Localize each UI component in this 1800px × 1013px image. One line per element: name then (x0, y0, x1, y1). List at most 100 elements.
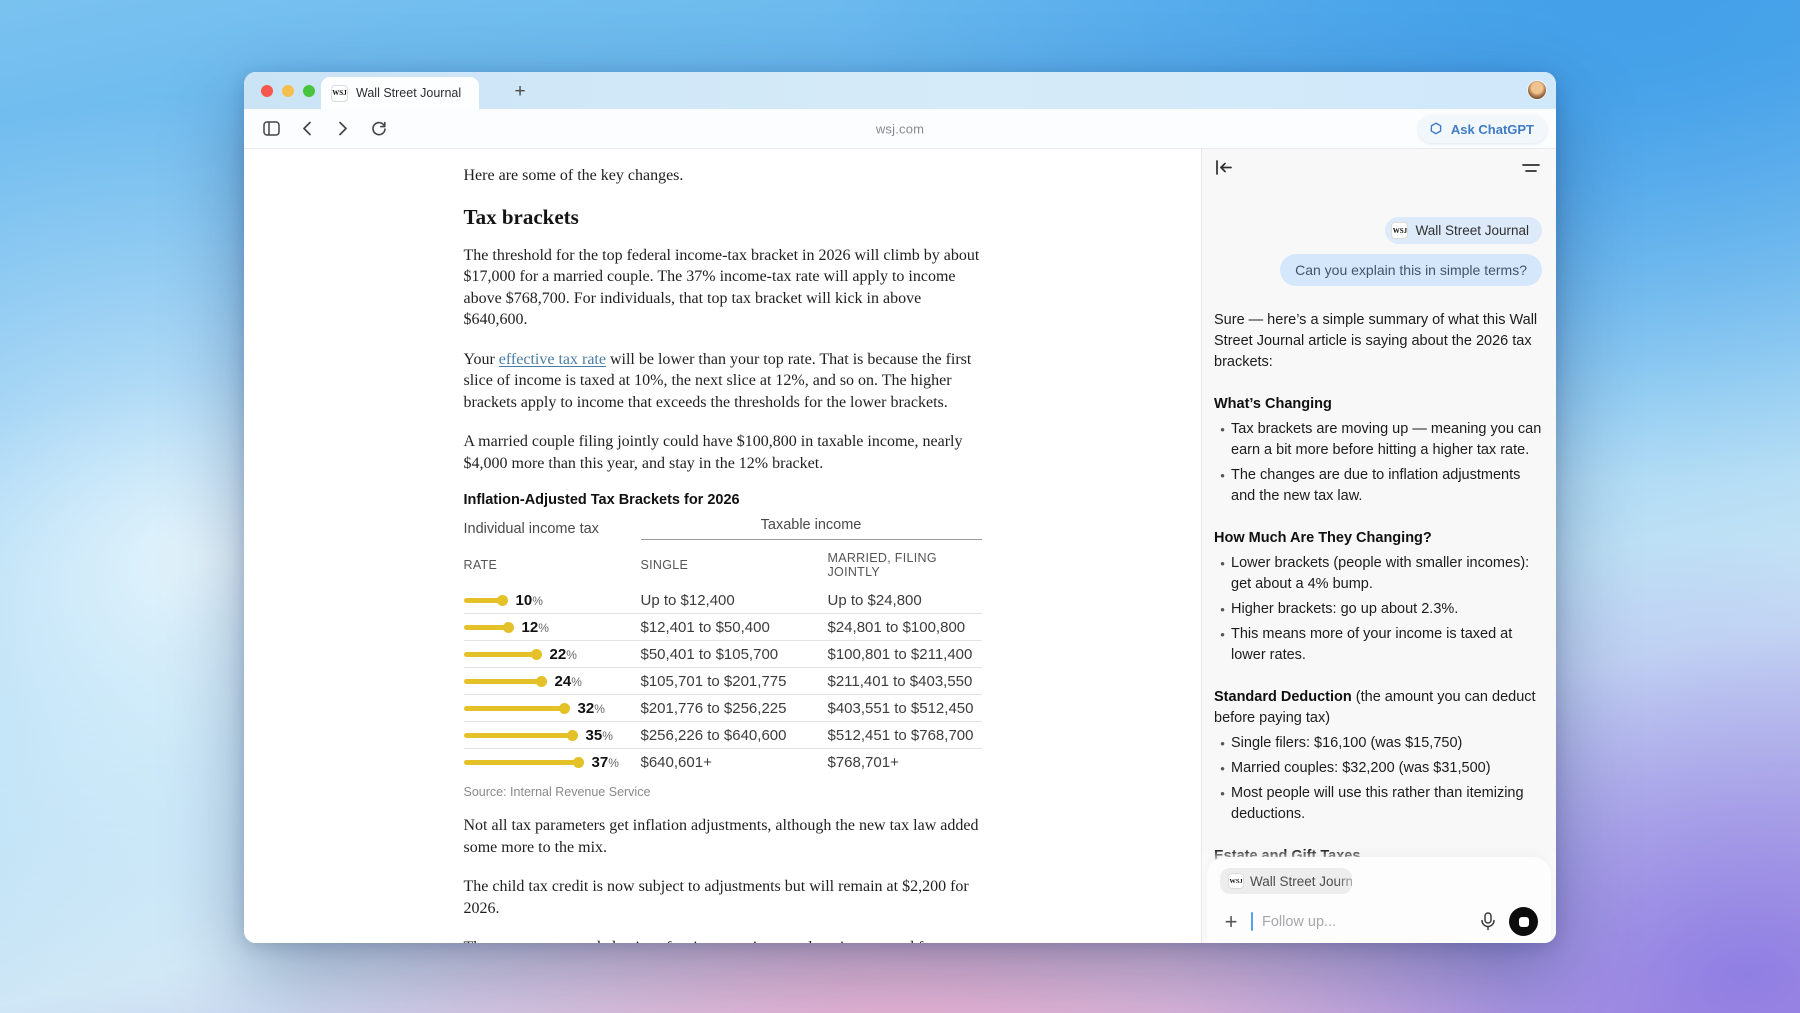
bullet-dot: • (1214, 733, 1231, 754)
table-group-header: Individual income tax Taxable income (464, 517, 982, 540)
address-bar[interactable]: wsj.com (876, 121, 924, 136)
bullet-text: This means more of your income is taxed … (1231, 624, 1542, 666)
composer-context-chip[interactable]: WSJ Wall Street Journal (1220, 868, 1352, 894)
rate-bar (464, 652, 536, 657)
bullet-item: •Tax brackets are moving up — meaning yo… (1214, 419, 1542, 461)
microphone-icon[interactable] (1476, 910, 1500, 934)
bullet-text: Higher brackets: go up about 2.3%. (1231, 599, 1542, 620)
article-heading-tax-brackets: Tax brackets (464, 205, 982, 230)
wsj-favicon: WSJ (1228, 873, 1244, 889)
page-content: Here are some of the key changes. Tax br… (244, 149, 1201, 943)
text-cursor (1251, 912, 1253, 931)
attach-plus-button[interactable]: + (1220, 909, 1242, 935)
bullet-text: Most people will use this rather than it… (1231, 783, 1542, 825)
response-section: How Much Are They Changing? •Lower bracke… (1214, 528, 1542, 666)
rate-cell: 35% (464, 727, 641, 744)
assistant-sections: What’s Changing•Tax brackets are moving … (1214, 394, 1542, 913)
rate-bar (464, 598, 502, 603)
single-range-cell: $12,401 to $50,400 (641, 619, 828, 636)
single-range-cell: $50,401 to $105,700 (641, 646, 828, 663)
single-range-cell: $640,601+ (641, 754, 828, 771)
rate-bar (464, 625, 508, 630)
conversation-menu-icon[interactable] (1522, 161, 1540, 179)
browser-window: WSJ Wall Street Journal + wsj.com (244, 72, 1556, 943)
bullet-item: •Single filers: $16,100 (was $15,750) (1214, 733, 1542, 754)
rate-bar (464, 733, 572, 738)
profile-avatar[interactable] (1528, 81, 1546, 99)
rate-label: 24% (555, 673, 582, 690)
ask-chatgpt-button[interactable]: Ask ChatGPT (1418, 115, 1547, 143)
rate-label: 10% (516, 592, 543, 609)
followup-input[interactable]: Follow up... (1262, 914, 1467, 930)
table-row: 35% $256,226 to $640,600$512,451 to $768,… (464, 722, 982, 749)
bullet-item: •This means more of your income is taxed… (1214, 624, 1542, 666)
article-paragraph: The child tax credit is now subject to a… (464, 876, 982, 919)
table-title: Inflation-Adjusted Tax Brackets for 2026 (464, 492, 982, 508)
married-range-cell: $211,401 to $403,550 (828, 673, 982, 690)
married-range-cell: $24,801 to $100,800 (828, 619, 982, 636)
percent-sign: % (532, 594, 543, 608)
section-heading: How Much Are They Changing? (1214, 528, 1542, 549)
rate-cell: 12% (464, 619, 641, 636)
married-range-cell: $512,451 to $768,700 (828, 727, 982, 744)
tax-table-rows: 10%Up to $12,400Up to $24,80012%$12,401 … (464, 587, 982, 776)
minimize-button[interactable] (282, 85, 294, 97)
tax-brackets-table: Inflation-Adjusted Tax Brackets for 2026… (464, 492, 982, 799)
user-message-bubble: Can you explain this in simple terms? (1280, 254, 1542, 286)
rate-cell: 24% (464, 673, 641, 690)
bullet-text: Single filers: $16,100 (was $15,750) (1231, 733, 1542, 754)
bullet-dot: • (1214, 465, 1231, 507)
browser-tab[interactable]: WSJ Wall Street Journal (321, 77, 479, 109)
percent-sign: % (602, 729, 613, 743)
response-section: Standard Deduction (the amount you can d… (1214, 687, 1542, 825)
voice-stop-button[interactable] (1509, 907, 1538, 936)
bullet-dot: • (1214, 419, 1231, 461)
section-heading: Standard Deduction (the amount you can d… (1214, 687, 1542, 729)
rate-label: 35% (586, 727, 613, 744)
zoom-button[interactable] (303, 85, 315, 97)
reload-button[interactable] (366, 116, 392, 142)
bullet-dot: • (1214, 553, 1231, 595)
wsj-favicon: WSJ (331, 85, 348, 102)
assistant-intro: Sure — here’s a simple summary of what t… (1214, 310, 1542, 373)
rate-bar (464, 706, 564, 711)
table-row: 10%Up to $12,400Up to $24,800 (464, 587, 982, 614)
married-range-cell: $403,551 to $512,450 (828, 700, 982, 717)
bullet-dot: • (1214, 758, 1231, 779)
new-tab-button[interactable]: + (506, 78, 534, 106)
percent-sign: % (566, 648, 577, 662)
chatgpt-sidebar: WSJ Wall Street Journal Can you explain … (1201, 149, 1556, 943)
table-row: 12% $12,401 to $50,400$24,801 to $100,800 (464, 614, 982, 641)
collapse-sidebar-icon[interactable] (1215, 160, 1233, 180)
bullet-text: Lower brackets (people with smaller inco… (1231, 553, 1542, 595)
table-row: 37%$640,601+$768,701+ (464, 749, 982, 776)
effective-tax-rate-link[interactable]: effective tax rate (499, 351, 606, 368)
sidebar-toggle-icon[interactable] (258, 116, 284, 142)
single-range-cell: $256,226 to $640,600 (641, 727, 828, 744)
back-button[interactable] (294, 116, 320, 142)
percent-sign: % (571, 675, 582, 689)
forward-button[interactable] (330, 116, 356, 142)
bullet-item: •Higher brackets: go up about 2.3%. (1214, 599, 1542, 620)
single-range-cell: Up to $12,400 (641, 592, 828, 609)
bullet-text: Married couples: $32,200 (was $31,500) (1231, 758, 1542, 779)
article-paragraph: Here are some of the key changes. (464, 165, 982, 187)
rate-cell: 37% (464, 754, 641, 771)
single-range-cell: $201,776 to $256,225 (641, 700, 828, 717)
percent-sign: % (538, 621, 549, 635)
rate-bar (464, 760, 578, 765)
ask-chatgpt-label: Ask ChatGPT (1451, 122, 1534, 137)
table-row: 24%$105,701 to $201,775$211,401 to $403,… (464, 668, 982, 695)
bullet-item: •Lower brackets (people with smaller inc… (1214, 553, 1542, 595)
article-paragraph: Not all tax parameters get inflation adj… (464, 815, 982, 858)
bullet-item: •Most people will use this rather than i… (1214, 783, 1542, 825)
wsj-article: Here are some of the key changes. Tax br… (464, 149, 982, 943)
table-row: 32%$201,776 to $256,225$403,551 to $512,… (464, 695, 982, 722)
rate-label: 12% (522, 619, 549, 636)
rate-cell: 10% (464, 592, 641, 609)
close-button[interactable] (261, 85, 273, 97)
response-section: What’s Changing•Tax brackets are moving … (1214, 394, 1542, 507)
article-paragraph: The threshold for the top federal income… (464, 245, 982, 331)
context-chip-wsj[interactable]: WSJ Wall Street Journal (1385, 217, 1542, 244)
married-range-cell: $768,701+ (828, 754, 982, 771)
